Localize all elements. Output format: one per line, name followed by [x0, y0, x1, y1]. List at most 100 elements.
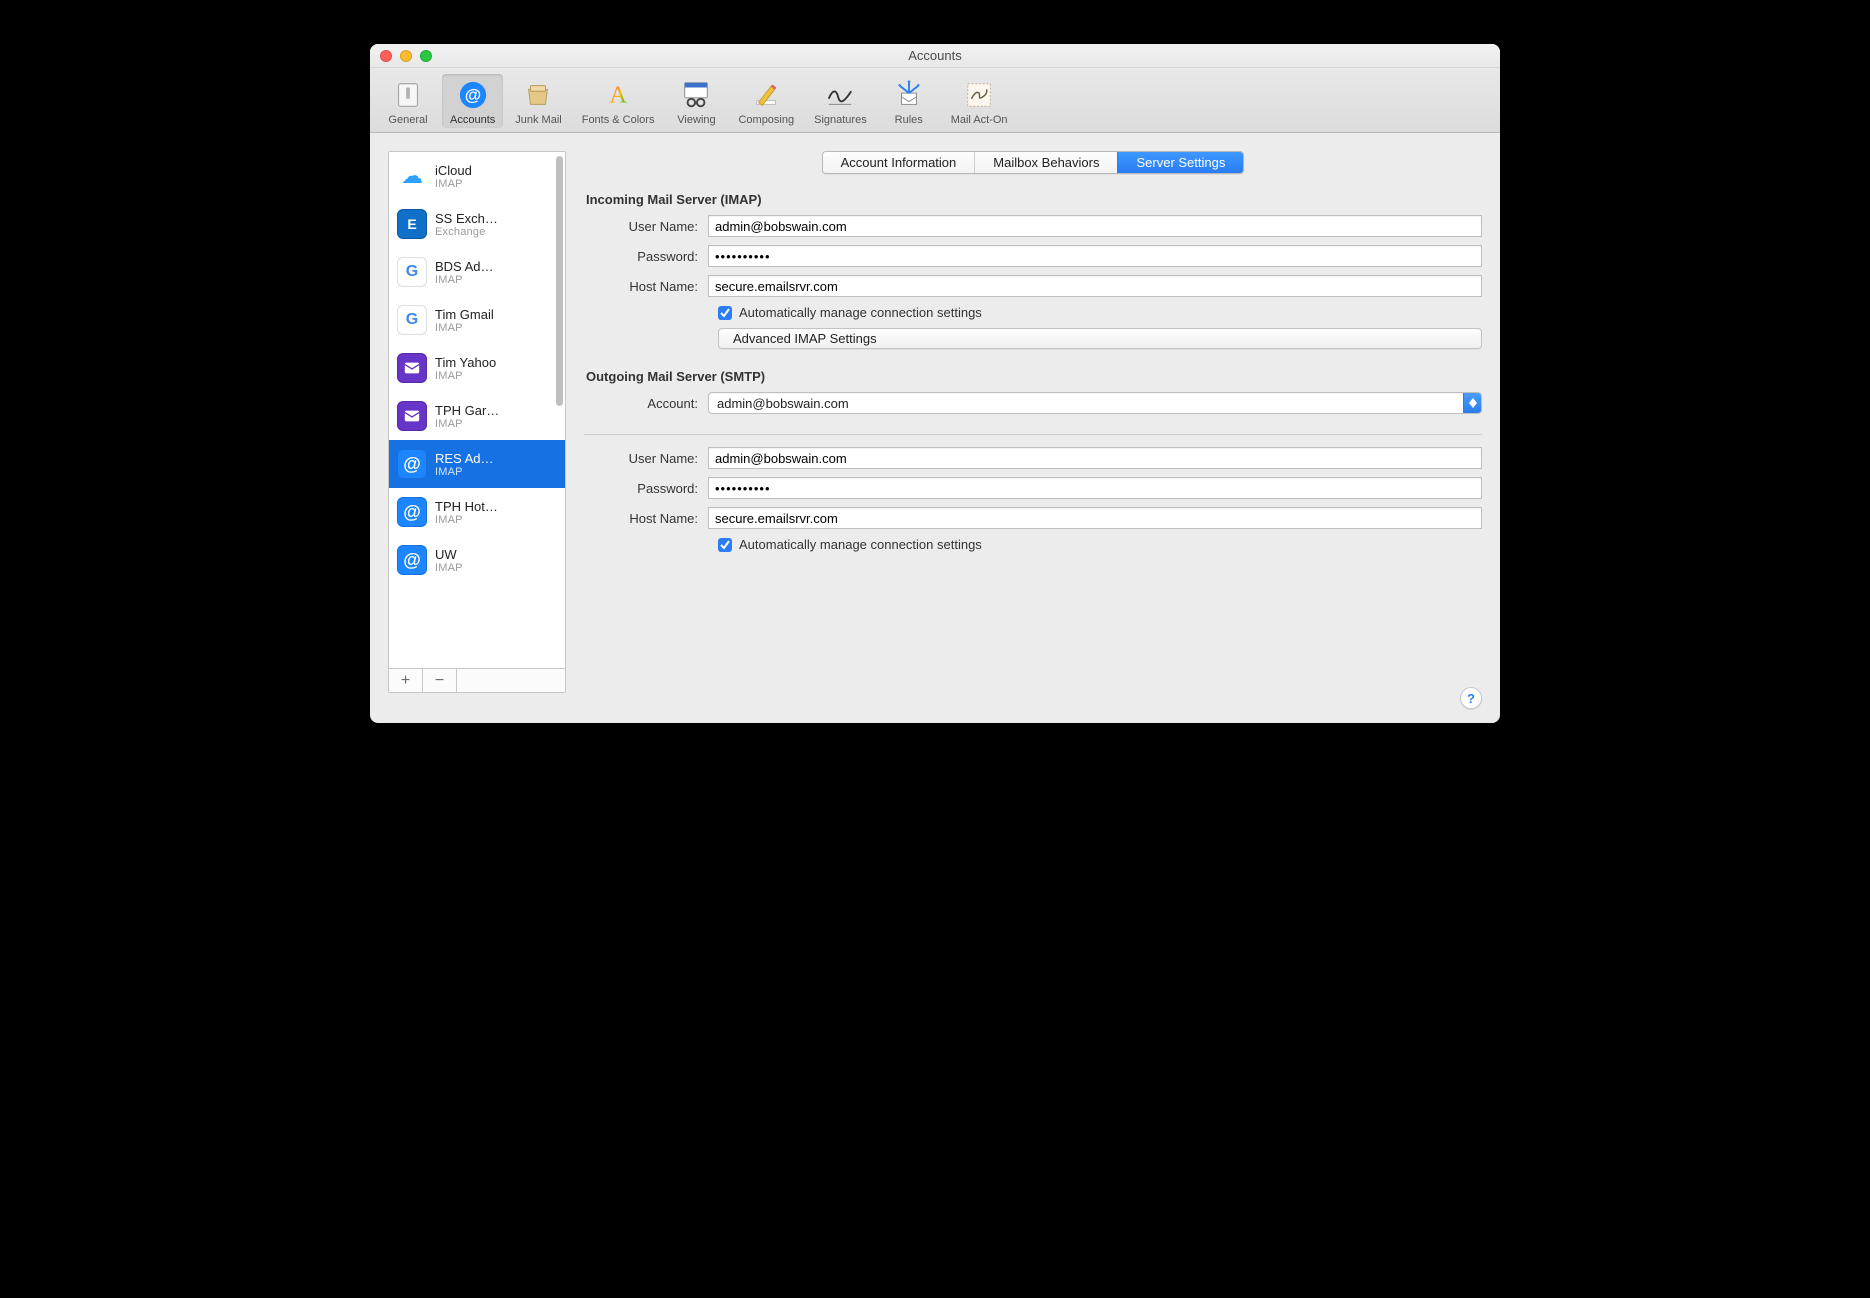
- tab-mailbox-behaviors[interactable]: Mailbox Behaviors: [974, 152, 1117, 173]
- toolbar-label: Viewing: [677, 114, 715, 126]
- account-item-exchange[interactable]: E SS Exch…Exchange: [389, 200, 565, 248]
- mail-icon: [397, 401, 427, 431]
- incoming-host-label: Host Name:: [584, 279, 708, 294]
- account-item-tph-hot[interactable]: @ TPH Hot…IMAP: [389, 488, 565, 536]
- incoming-auto-manage-label: Automatically manage connection settings: [739, 305, 982, 320]
- account-name: RES Ad…: [435, 451, 494, 466]
- account-type: IMAP: [435, 370, 496, 382]
- account-type: IMAP: [435, 178, 472, 190]
- account-name: Tim Yahoo: [435, 355, 496, 370]
- account-name: BDS Ad…: [435, 259, 494, 274]
- toolbar-rules[interactable]: Rules: [879, 74, 939, 128]
- incoming-username-field[interactable]: [708, 215, 1482, 237]
- divider: [584, 434, 1482, 435]
- incoming-password-field[interactable]: [708, 245, 1482, 267]
- signature-icon: [823, 78, 857, 112]
- account-name: Tim Gmail: [435, 307, 494, 322]
- at-icon: @: [397, 545, 427, 575]
- zoom-window-button[interactable]: [420, 50, 432, 62]
- google-icon: G: [397, 257, 427, 287]
- tab-server-settings[interactable]: Server Settings: [1117, 152, 1243, 173]
- account-item-tim-gmail[interactable]: G Tim GmailIMAP: [389, 296, 565, 344]
- outgoing-host-field[interactable]: [708, 507, 1482, 529]
- close-window-button[interactable]: [380, 50, 392, 62]
- account-name: TPH Hot…: [435, 499, 498, 514]
- select-arrows-icon: [1463, 393, 1481, 413]
- titlebar: Accounts: [370, 44, 1500, 68]
- at-icon: @: [456, 78, 490, 112]
- incoming-auto-manage-checkbox[interactable]: Automatically manage connection settings: [718, 305, 1482, 320]
- account-item-uw[interactable]: @ UWIMAP: [389, 536, 565, 584]
- account-type: IMAP: [435, 322, 494, 334]
- advanced-imap-settings-button[interactable]: Advanced IMAP Settings: [718, 328, 1482, 349]
- switch-icon: [391, 78, 425, 112]
- toolbar-viewing[interactable]: Viewing: [666, 74, 726, 128]
- toolbar-signatures[interactable]: Signatures: [806, 74, 875, 128]
- toolbar-accounts[interactable]: @ Accounts: [442, 74, 503, 128]
- toolbar-mail-act-on[interactable]: Mail Act-On: [943, 74, 1016, 128]
- remove-account-button[interactable]: −: [423, 669, 457, 692]
- account-item-res-ad[interactable]: @ RES Ad…IMAP: [389, 440, 565, 488]
- account-list[interactable]: ☁︎ iCloudIMAP E SS Exch…Exchange G BDS A…: [389, 152, 565, 668]
- at-icon: @: [397, 449, 427, 479]
- account-type: IMAP: [435, 274, 494, 286]
- outgoing-host-label: Host Name:: [584, 511, 708, 526]
- toolbar-label: General: [388, 114, 427, 126]
- account-name: iCloud: [435, 163, 472, 178]
- sidebar-footer: + −: [389, 668, 565, 692]
- pencil-icon: [749, 78, 783, 112]
- fonts-icon: A: [601, 78, 635, 112]
- outgoing-section-title: Outgoing Mail Server (SMTP): [586, 369, 1482, 384]
- account-item-icloud[interactable]: ☁︎ iCloudIMAP: [389, 152, 565, 200]
- toolbar-composing[interactable]: Composing: [730, 74, 802, 128]
- stamp-icon: [962, 78, 996, 112]
- svg-text:@: @: [464, 86, 480, 105]
- checkbox-checked-icon: [718, 306, 732, 320]
- toolbar-junk-mail[interactable]: Junk Mail: [507, 74, 569, 128]
- outgoing-password-label: Password:: [584, 481, 708, 496]
- tab-account-information[interactable]: Account Information: [823, 152, 975, 173]
- svg-text:A: A: [609, 82, 627, 109]
- incoming-section-title: Incoming Mail Server (IMAP): [586, 192, 1482, 207]
- help-button[interactable]: ?: [1460, 687, 1482, 709]
- outgoing-password-field[interactable]: [708, 477, 1482, 499]
- rules-icon: [892, 78, 926, 112]
- toolbar: General @ Accounts Junk Mail A Fonts & C…: [370, 68, 1500, 133]
- outgoing-account-label: Account:: [584, 396, 708, 411]
- settings-tabs: Account Information Mailbox Behaviors Se…: [822, 151, 1245, 174]
- outgoing-username-field[interactable]: [708, 447, 1482, 469]
- incoming-host-field[interactable]: [708, 275, 1482, 297]
- google-icon: G: [397, 305, 427, 335]
- account-item-tph-gar[interactable]: TPH Gar…IMAP: [389, 392, 565, 440]
- icloud-icon: ☁︎: [397, 161, 427, 191]
- incoming-password-label: Password:: [584, 249, 708, 264]
- toolbar-label: Rules: [895, 114, 923, 126]
- preferences-window: Accounts General @ Accounts Junk Mail A …: [370, 44, 1500, 723]
- account-type: IMAP: [435, 514, 498, 526]
- toolbar-label: Mail Act-On: [951, 114, 1008, 126]
- toolbar-label: Signatures: [814, 114, 867, 126]
- account-name: TPH Gar…: [435, 403, 499, 418]
- outgoing-account-value: admin@bobswain.com: [709, 396, 857, 411]
- outgoing-auto-manage-checkbox[interactable]: Automatically manage connection settings: [718, 537, 1482, 552]
- exchange-icon: E: [397, 209, 427, 239]
- account-item-tim-yahoo[interactable]: Tim YahooIMAP: [389, 344, 565, 392]
- toolbar-label: Accounts: [450, 114, 495, 126]
- outgoing-account-select[interactable]: admin@bobswain.com: [708, 392, 1482, 414]
- viewing-icon: [679, 78, 713, 112]
- incoming-username-label: User Name:: [584, 219, 708, 234]
- account-type: Exchange: [435, 226, 498, 238]
- account-name: UW: [435, 547, 463, 562]
- account-item-bds[interactable]: G BDS Ad…IMAP: [389, 248, 565, 296]
- account-type: IMAP: [435, 418, 499, 430]
- account-sidebar: ☁︎ iCloudIMAP E SS Exch…Exchange G BDS A…: [388, 151, 566, 693]
- window-title: Accounts: [370, 44, 1500, 67]
- minimize-window-button[interactable]: [400, 50, 412, 62]
- at-icon: @: [397, 497, 427, 527]
- outgoing-auto-manage-label: Automatically manage connection settings: [739, 537, 982, 552]
- account-name: SS Exch…: [435, 211, 498, 226]
- toolbar-label: Junk Mail: [515, 114, 561, 126]
- toolbar-general[interactable]: General: [378, 74, 438, 128]
- add-account-button[interactable]: +: [389, 669, 423, 692]
- toolbar-fonts-colors[interactable]: A Fonts & Colors: [574, 74, 663, 128]
